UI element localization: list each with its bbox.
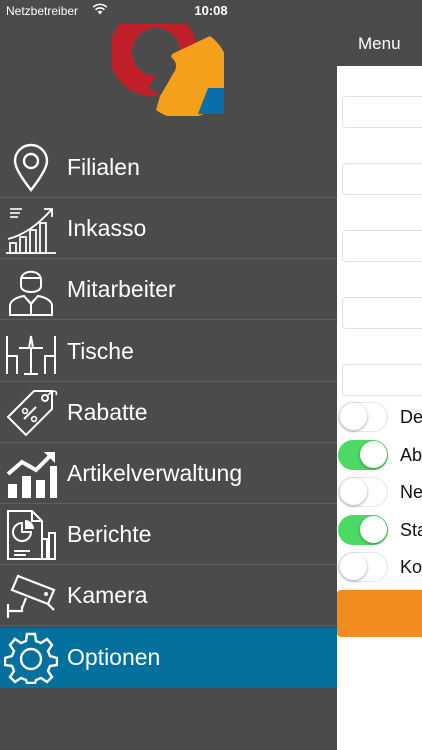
settings-toggle-label: Ne (400, 482, 422, 502)
menu-item-tische[interactable]: Tische (0, 322, 337, 382)
menu-item-kamera[interactable]: Kamera (0, 566, 337, 627)
toggle-knob (360, 515, 387, 543)
growth-chart-icon (4, 203, 58, 255)
menu-item-label: Berichte (67, 521, 152, 548)
menu-item-artikelverwaltung[interactable]: Artikelverwaltung (0, 444, 337, 504)
settings-input-1[interactable] (342, 96, 422, 128)
settings-input-4[interactable] (342, 297, 422, 329)
discount-tag-icon (4, 387, 58, 439)
settings-toggle-label: De (400, 407, 422, 427)
menu-item-label: Inkasso (67, 215, 147, 242)
toggle-knob (340, 403, 367, 430)
menu-item-label: Filialen (67, 154, 140, 180)
settings-input-5[interactable] (342, 364, 422, 396)
settings-toggle-2[interactable] (338, 439, 388, 470)
menu-title[interactable]: Menu (358, 34, 401, 54)
report-icon (4, 509, 58, 561)
menu-item-label: Rabatte (67, 398, 148, 425)
menu-item-label: Tische (67, 337, 134, 364)
menu-item-mitarbeiter[interactable]: Mitarbeiter (0, 260, 337, 321)
table-chairs-icon (4, 326, 58, 378)
menu-item-berichte[interactable]: Berichte (0, 505, 337, 566)
app-logo (109, 8, 229, 119)
toggle-knob (340, 478, 367, 505)
menu-item-label: Mitarbeiter (67, 276, 176, 303)
menu-item-inkasso[interactable]: Inkasso (0, 199, 337, 260)
settings-toggle-4[interactable] (338, 514, 388, 545)
navigation-bar (337, 0, 422, 66)
gear-icon (3, 632, 59, 684)
settings-input-2[interactable] (342, 163, 422, 195)
settings-input-3[interactable] (342, 230, 422, 262)
bar-chart-icon (4, 448, 58, 500)
menu-item-rabatte[interactable]: Rabatte (0, 383, 337, 443)
security-camera-icon (4, 570, 58, 622)
location-pin-icon (4, 142, 58, 194)
employee-icon (4, 264, 58, 317)
menu-item-label: Optionen (67, 643, 161, 670)
settings-toggle-label: Sta (400, 519, 422, 540)
toggle-knob (360, 440, 387, 468)
settings-toggle-1[interactable] (338, 402, 388, 432)
settings-toggle-label: Ab (400, 444, 422, 465)
menu-item-label: Artikelverwaltung (67, 460, 243, 486)
menu-item-label: Kamera (67, 582, 148, 609)
toggle-knob (340, 553, 367, 580)
save-button[interactable] (337, 590, 422, 637)
menu-item-optionen[interactable]: Optionen (0, 627, 337, 688)
settings-toggle-3[interactable] (338, 477, 388, 507)
settings-toggle-label: Ko (400, 557, 422, 577)
menu-item-filialen[interactable]: Filialen (0, 138, 337, 198)
settings-toggle-5[interactable] (338, 552, 388, 582)
